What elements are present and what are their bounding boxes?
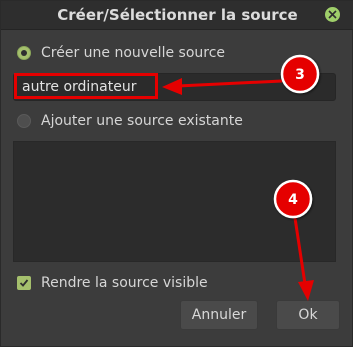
- visible-label: Rendre la source visible: [41, 275, 208, 291]
- close-icon: [328, 10, 337, 19]
- dialog-title: Créer/Sélectionner la source: [57, 6, 298, 24]
- checkmark-icon: [19, 279, 29, 287]
- create-new-radio[interactable]: [17, 46, 31, 60]
- visible-source-option[interactable]: Rendre la source visible: [17, 275, 208, 291]
- source-name-input[interactable]: [13, 73, 336, 101]
- add-existing-source-option[interactable]: Ajouter une source existante: [17, 113, 243, 129]
- cancel-button[interactable]: Annuler: [180, 300, 258, 330]
- ok-button[interactable]: Ok: [276, 300, 340, 330]
- create-new-source-option[interactable]: Créer une nouvelle source: [17, 45, 225, 61]
- source-dialog: Créer/Sélectionner la source Créer une n…: [0, 0, 353, 347]
- close-button[interactable]: [325, 7, 340, 22]
- create-new-label: Créer une nouvelle source: [41, 45, 226, 61]
- add-existing-label: Ajouter une source existante: [41, 113, 243, 129]
- add-existing-radio[interactable]: [17, 114, 31, 128]
- existing-sources-list[interactable]: [13, 141, 336, 262]
- visible-checkbox[interactable]: [17, 276, 31, 290]
- title-bar: Créer/Sélectionner la source: [1, 1, 353, 30]
